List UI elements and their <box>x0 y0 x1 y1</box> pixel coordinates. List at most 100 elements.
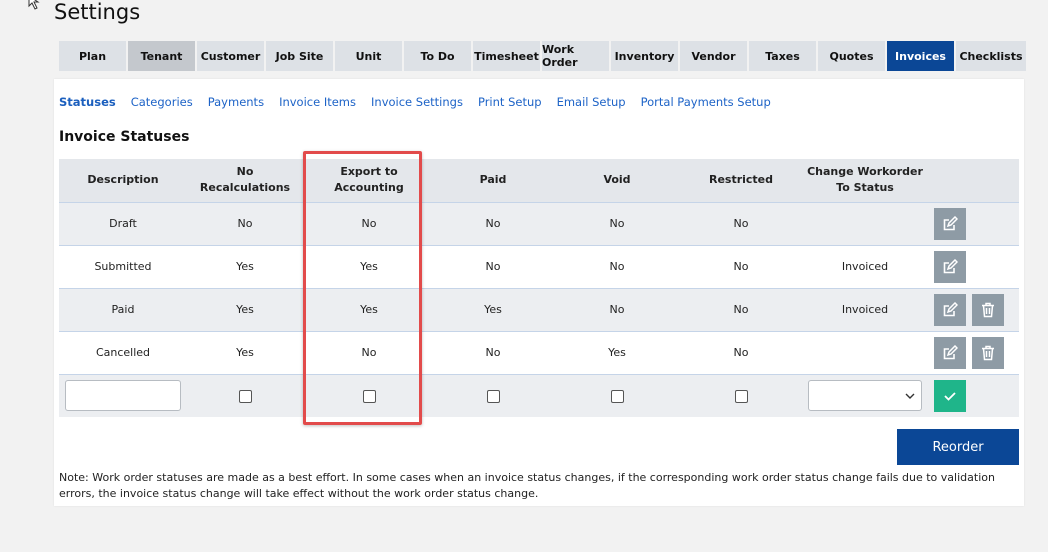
cell-void: No <box>551 201 683 245</box>
tab-plan[interactable]: Plan <box>59 41 126 71</box>
edit-button[interactable] <box>934 336 966 369</box>
edit-button[interactable] <box>934 293 966 326</box>
cell-description: Cancelled <box>59 330 187 374</box>
cell-restricted: No <box>683 244 799 288</box>
col-change-line2: To Status <box>836 181 894 195</box>
table-header-row: Description No Recalculations Export to … <box>59 159 1019 202</box>
chevron-down-icon <box>905 393 915 399</box>
subnav-invoice-items[interactable]: Invoice Items <box>279 95 356 109</box>
cell-new-description <box>59 373 187 417</box>
tab-checklists[interactable]: Checklists <box>956 41 1026 71</box>
cell-change-status <box>799 330 931 374</box>
col-export-line2: Accounting <box>334 181 404 195</box>
paid-checkbox[interactable] <box>486 389 500 403</box>
status-note: Note: Work order statuses are made as a … <box>59 471 995 500</box>
col-no-recalculations: No Recalculations <box>187 159 303 202</box>
cell-actions <box>931 244 1019 288</box>
subnav-categories[interactable]: Categories <box>131 95 193 109</box>
invoice-settings-panel: Statuses Categories Payments Invoice Ite… <box>54 79 1024 506</box>
no-recalculations-checkbox[interactable] <box>238 389 252 403</box>
cell-void: Yes <box>551 330 683 374</box>
table-row: Draft No No No No No <box>59 201 1019 245</box>
export-to-accounting-checkbox[interactable] <box>362 389 376 403</box>
invoice-statuses-table: Description No Recalculations Export to … <box>59 159 1019 417</box>
edit-icon <box>943 258 958 273</box>
cell-void: No <box>551 244 683 288</box>
tab-taxes[interactable]: Taxes <box>749 41 816 71</box>
tab-to-do[interactable]: To Do <box>404 41 471 71</box>
cell-change-status <box>799 201 931 245</box>
col-description: Description <box>59 159 187 202</box>
subnav-statuses[interactable]: Statuses <box>59 95 116 109</box>
tab-inventory[interactable]: Inventory <box>611 41 678 71</box>
cell-export: Yes <box>303 287 435 331</box>
trash-icon <box>981 345 994 360</box>
tab-invoices[interactable]: Invoices <box>887 41 954 71</box>
cell-void: No <box>551 287 683 331</box>
page-title: Settings <box>54 0 141 24</box>
col-change-workorder-status: Change Workorder To Status <box>799 159 931 202</box>
subnav-email-setup[interactable]: Email Setup <box>557 95 626 109</box>
tab-tenant[interactable]: Tenant <box>128 41 195 71</box>
cell-no-recalculations: No <box>187 201 303 245</box>
col-paid: Paid <box>435 159 551 202</box>
edit-icon <box>943 301 958 316</box>
col-export-to-accounting: Export to Accounting <box>303 159 435 202</box>
cell-no-recalculations: Yes <box>187 244 303 288</box>
tab-timesheet[interactable]: Timesheet <box>473 41 540 71</box>
edit-button[interactable] <box>934 250 966 283</box>
edit-icon <box>943 344 958 359</box>
cell-new-restricted <box>683 373 799 417</box>
cell-restricted: No <box>683 287 799 331</box>
table-row: Submitted Yes Yes No No No Invoiced <box>59 244 1019 288</box>
change-workorder-status-select[interactable] <box>808 380 922 412</box>
tab-quotes[interactable]: Quotes <box>818 41 885 71</box>
cell-no-recalculations: Yes <box>187 287 303 331</box>
cell-export: No <box>303 201 435 245</box>
col-export-line1: Export to <box>340 165 398 179</box>
subnav-print-setup[interactable]: Print Setup <box>478 95 542 109</box>
subnav-portal-payments-setup[interactable]: Portal Payments Setup <box>641 95 771 109</box>
void-checkbox[interactable] <box>610 389 624 403</box>
cell-new-export <box>303 373 435 417</box>
col-restricted: Restricted <box>683 159 799 202</box>
cell-new-change-status <box>799 373 931 417</box>
cell-new-actions <box>931 373 1019 417</box>
section-title: Invoice Statuses <box>59 129 190 145</box>
tab-job-site[interactable]: Job Site <box>266 41 333 71</box>
table-row: Paid Yes Yes Yes No No Invoiced <box>59 287 1019 331</box>
cell-description: Submitted <box>59 244 187 288</box>
description-input[interactable] <box>65 380 181 412</box>
edit-icon <box>943 215 958 230</box>
cell-new-paid <box>435 373 551 417</box>
tab-vendor[interactable]: Vendor <box>680 41 747 71</box>
subnav-payments[interactable]: Payments <box>208 95 264 109</box>
tab-customer[interactable]: Customer <box>197 41 264 71</box>
settings-tabs: Plan Tenant Customer Job Site Unit To Do… <box>59 41 1026 71</box>
col-change-line1: Change Workorder <box>807 165 923 179</box>
subnav-invoice-settings[interactable]: Invoice Settings <box>371 95 463 109</box>
trash-icon <box>981 302 994 317</box>
cell-change-status: Invoiced <box>799 244 931 288</box>
delete-button[interactable] <box>971 336 1004 369</box>
restricted-checkbox[interactable] <box>734 389 748 403</box>
cell-paid: No <box>435 244 551 288</box>
cell-export: No <box>303 330 435 374</box>
reorder-button[interactable]: Reorder <box>897 429 1019 465</box>
check-icon <box>944 392 956 401</box>
cell-restricted: No <box>683 201 799 245</box>
tab-work-order[interactable]: Work Order <box>542 41 609 71</box>
col-actions <box>931 159 1019 202</box>
delete-button[interactable] <box>971 293 1004 326</box>
tab-unit[interactable]: Unit <box>335 41 402 71</box>
edit-button[interactable] <box>934 207 966 240</box>
cell-description: Paid <box>59 287 187 331</box>
cell-actions <box>931 201 1019 245</box>
confirm-add-button[interactable] <box>934 379 966 412</box>
cell-paid: No <box>435 201 551 245</box>
cell-paid: Yes <box>435 287 551 331</box>
cell-actions <box>931 287 1019 331</box>
cell-restricted: No <box>683 330 799 374</box>
cell-change-status: Invoiced <box>799 287 931 331</box>
new-status-row <box>59 373 1019 417</box>
